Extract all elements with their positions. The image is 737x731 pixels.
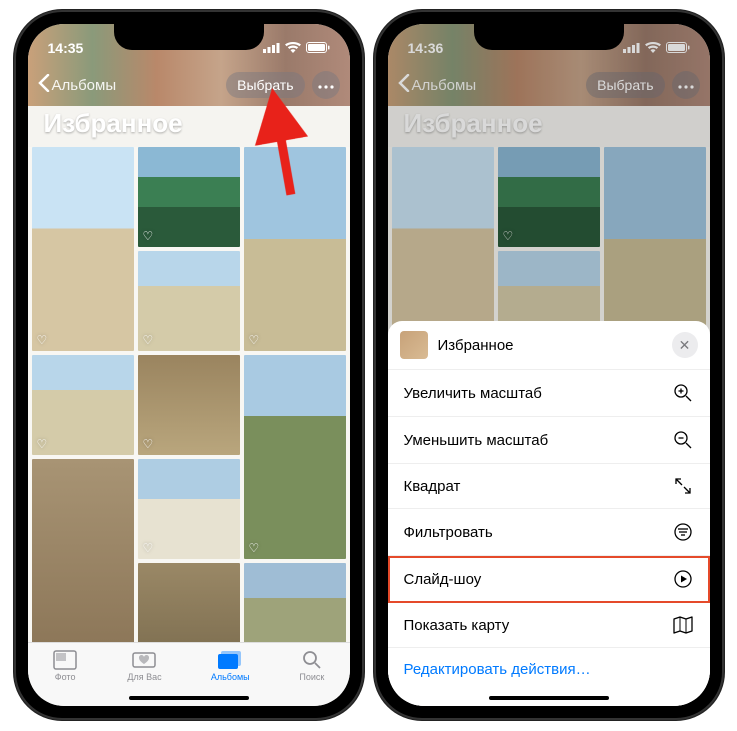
heart-icon: ♡ <box>37 333 48 347</box>
photo-thumb[interactable]: ♡ <box>32 147 134 351</box>
photo-thumb[interactable]: ♡ <box>138 251 240 351</box>
action-label: Фильтровать <box>404 524 493 541</box>
action-slideshow[interactable]: Слайд-шоу <box>388 556 710 603</box>
tab-label: Альбомы <box>211 672 250 682</box>
action-label: Слайд-шоу <box>404 571 482 588</box>
tab-photos[interactable]: Фото <box>52 649 78 706</box>
map-icon <box>672 616 694 634</box>
photo-grid[interactable]: ♡ ♡ ♡ ♡ ♡ ♡ ♡ ♡ ♡ ♡ ♡ ♡ ♡ ♡ <box>28 147 350 642</box>
wifi-icon <box>285 40 301 56</box>
tab-label: Поиск <box>299 672 324 682</box>
tab-label: Для Вас <box>127 672 161 682</box>
search-icon <box>299 649 325 671</box>
iphone-frame-right: 14:36 Альбомы Выбрать Избранное ♡ ♡ <box>374 10 724 720</box>
sheet-title: Избранное <box>438 337 672 354</box>
heart-icon: ♡ <box>143 333 154 347</box>
back-button[interactable]: Альбомы <box>38 74 117 96</box>
status-icons <box>263 40 330 56</box>
header-actions: Выбрать <box>226 71 339 99</box>
albums-icon <box>217 649 243 671</box>
photo-thumb[interactable]: ♡ <box>244 147 346 351</box>
photo-thumb[interactable]: ♡ <box>32 459 134 642</box>
action-filter[interactable]: Фильтровать <box>388 509 710 556</box>
action-show-map[interactable]: Показать карту <box>388 603 710 648</box>
screen-left: 14:35 Альбомы Выбрать Избранное <box>28 24 350 706</box>
action-zoom-out[interactable]: Уменьшить масштаб <box>388 417 710 464</box>
action-square[interactable]: Квадрат <box>388 464 710 509</box>
signal-icon <box>263 40 280 56</box>
edit-actions-link[interactable]: Редактировать действия… <box>388 648 710 682</box>
for-you-icon <box>131 649 157 671</box>
heart-icon: ♡ <box>37 437 48 451</box>
page-title: Избранное <box>28 106 350 147</box>
iphone-frame-left: 14:35 Альбомы Выбрать Избранное <box>14 10 364 720</box>
photos-icon <box>52 649 78 671</box>
heart-icon: ♡ <box>249 333 260 347</box>
photo-thumb[interactable]: ♡ <box>32 355 134 455</box>
status-time: 14:35 <box>48 40 98 56</box>
photo-thumb[interactable]: ♡ <box>138 459 240 559</box>
chevron-left-icon <box>38 74 50 96</box>
filter-icon <box>672 522 694 542</box>
close-icon: ✕ <box>679 337 691 354</box>
tab-search[interactable]: Поиск <box>299 649 325 706</box>
zoom-in-icon <box>672 383 694 403</box>
home-indicator[interactable] <box>129 696 249 700</box>
sheet-thumbnail <box>400 331 428 359</box>
action-label: Увеличить масштаб <box>404 385 542 402</box>
photo-thumb[interactable]: ♡ <box>244 563 346 642</box>
more-button[interactable] <box>312 71 340 99</box>
sheet-close-button[interactable]: ✕ <box>672 332 698 358</box>
notch <box>474 24 624 50</box>
action-label: Показать карту <box>404 617 510 634</box>
heart-icon: ♡ <box>143 541 154 555</box>
action-label: Квадрат <box>404 478 461 495</box>
action-sheet: Избранное ✕ Увеличить масштаб Уменьшить … <box>388 321 710 706</box>
nav-header: Альбомы Выбрать <box>28 64 350 106</box>
heart-icon: ♡ <box>249 541 260 555</box>
expand-icon <box>672 477 694 495</box>
photo-thumb[interactable]: ♡ <box>138 355 240 455</box>
select-button[interactable]: Выбрать <box>226 72 304 98</box>
ellipsis-icon <box>318 76 334 94</box>
battery-icon <box>306 40 330 56</box>
tab-label: Фото <box>55 672 76 682</box>
play-circle-icon <box>672 569 694 589</box>
photo-thumb[interactable]: ♡ <box>138 147 240 247</box>
home-indicator[interactable] <box>489 696 609 700</box>
photo-thumb[interactable]: ♡ <box>138 563 240 642</box>
sheet-header: Избранное ✕ <box>388 321 710 370</box>
heart-icon: ♡ <box>143 229 154 243</box>
zoom-out-icon <box>672 430 694 450</box>
notch <box>114 24 264 50</box>
action-label: Уменьшить масштаб <box>404 432 549 449</box>
heart-icon: ♡ <box>143 437 154 451</box>
screen-right: 14:36 Альбомы Выбрать Избранное ♡ ♡ <box>388 24 710 706</box>
back-label: Альбомы <box>52 77 117 94</box>
action-zoom-in[interactable]: Увеличить масштаб <box>388 370 710 417</box>
photo-thumb[interactable]: ♡ <box>244 355 346 559</box>
